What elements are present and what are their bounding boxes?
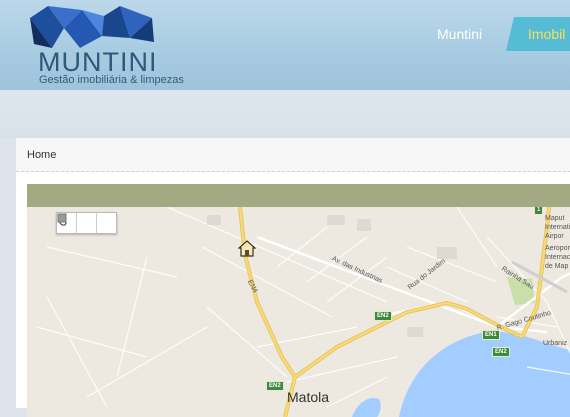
content-panel: Home EN4 Av. das Industrias Rua do Jardi… xyxy=(15,138,570,417)
logo-icon xyxy=(30,6,154,48)
road-shield-1: 1 xyxy=(534,207,544,215)
city-label-matola: Matola xyxy=(287,389,330,405)
site-header: MUNTINI Gestão imobiliária & limpezas Mu… xyxy=(0,0,570,90)
road-shield-en2: EN2 xyxy=(374,311,392,321)
road-shield-en2-right: EN2 xyxy=(492,347,510,357)
map-draw-toolbar xyxy=(56,212,117,234)
map-title-bar xyxy=(27,184,570,207)
brand-name: MUNTINI xyxy=(38,47,158,77)
map-view[interactable]: EN4 Av. das Industrias Rua do Jardim Rai… xyxy=(27,207,570,417)
circle-tool-button[interactable] xyxy=(57,213,97,233)
place-label-de-map: de Map xyxy=(545,263,569,270)
place-label-aeroporto: Aeroport xyxy=(545,245,570,252)
house-icon xyxy=(238,240,256,257)
nav-item-imobiliaria[interactable]: Imobil xyxy=(506,17,570,51)
place-label-urbaniz: Urbaniz xyxy=(543,340,568,347)
rectangle-tool-button[interactable] xyxy=(57,213,116,233)
road-shield-en2-bottom: EN2 xyxy=(266,381,284,391)
breadcrumb-home-link[interactable]: Home xyxy=(27,149,56,161)
place-label-internac: Internac xyxy=(545,254,570,261)
logo[interactable]: MUNTINI Gestão imobiliária & limpezas xyxy=(18,4,184,86)
road-shield-en1: EN1 xyxy=(482,330,500,340)
place-label-airport: Airpor xyxy=(545,233,564,240)
place-label-internati: Internati xyxy=(545,224,570,231)
map-canvas xyxy=(36,207,570,417)
breadcrumb: Home xyxy=(16,138,570,172)
place-label-maputo: Maput xyxy=(545,215,565,222)
header-band xyxy=(0,90,570,138)
nav-item-muntini[interactable]: Muntini xyxy=(437,17,482,51)
brand-tagline: Gestão imobiliária & limpezas xyxy=(39,74,184,86)
rectangle-icon xyxy=(57,213,67,223)
